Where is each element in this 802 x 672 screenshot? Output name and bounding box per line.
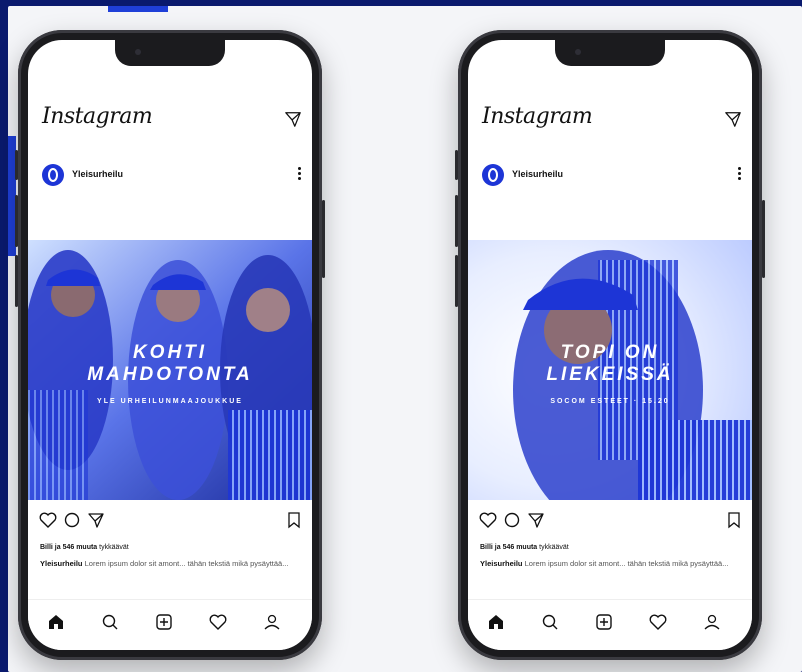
- phone-notch: [115, 40, 225, 66]
- activity-heart-icon[interactable]: [208, 612, 228, 632]
- add-post-icon[interactable]: [154, 612, 174, 632]
- post-caption: Yleisurheilu Lorem ipsum dolor sit amont…: [480, 558, 730, 569]
- silent-switch: [15, 150, 18, 180]
- send-icon[interactable]: [284, 110, 302, 128]
- volume-down-button: [455, 255, 458, 307]
- post-actions: [468, 510, 752, 532]
- likes-rest: ja 546 muuta: [494, 544, 538, 551]
- likes-user: Billi: [40, 544, 53, 551]
- caption-username[interactable]: Yleisurheilu: [40, 559, 83, 568]
- volume-up-button: [455, 195, 458, 247]
- volume-up-button: [15, 195, 18, 247]
- accent-stripe-top: [108, 6, 168, 12]
- post-image[interactable]: KOHTI MAHDOTONTA YLE URHEILUNMAAJOUKKUE: [28, 240, 312, 500]
- send-icon[interactable]: [724, 110, 742, 128]
- heart-icon[interactable]: [38, 510, 58, 530]
- post-image[interactable]: TOPI ON LIEKEISSÄ SOCOM ESTEET · 15.20: [468, 240, 752, 500]
- likes-count[interactable]: Billi ja 546 muuta tykkäävät: [480, 544, 569, 551]
- likes-rest: ja 546 muuta: [54, 544, 98, 551]
- home-icon[interactable]: [46, 612, 66, 632]
- caption-text: Lorem ipsum dolor sit amont... tähän tek…: [84, 559, 289, 568]
- caption-text: Lorem ipsum dolor sit amont... tähän tek…: [524, 559, 729, 568]
- power-button: [762, 200, 765, 278]
- bookmark-icon[interactable]: [724, 510, 744, 530]
- overlay-headline-line1: TOPI ON: [560, 342, 660, 363]
- instagram-logo[interactable]: Instagram: [42, 104, 153, 129]
- overlay-headline-line2: LIEKEISSÄ: [546, 364, 674, 385]
- avatar[interactable]: [42, 164, 64, 186]
- share-icon[interactable]: [526, 510, 546, 530]
- likes-count[interactable]: Billi ja 546 muuta tykkäävät: [40, 544, 129, 551]
- volume-down-button: [15, 255, 18, 307]
- overlay-headline-line1: KOHTI: [132, 342, 208, 363]
- comment-icon[interactable]: [502, 510, 522, 530]
- add-post-icon[interactable]: [594, 612, 614, 632]
- post-actions: [28, 510, 312, 532]
- search-icon[interactable]: [100, 612, 120, 632]
- instagram-header: Instagram: [468, 100, 752, 136]
- home-icon[interactable]: [486, 612, 506, 632]
- heart-icon[interactable]: [478, 510, 498, 530]
- likes-suffix: tykkäävät: [539, 544, 569, 551]
- likes-suffix: tykkäävät: [99, 544, 129, 551]
- phone-screen: Instagram Yleisurheilu: [28, 40, 312, 650]
- post-username[interactable]: Yleisurheilu: [512, 169, 563, 179]
- search-icon[interactable]: [540, 612, 560, 632]
- silent-switch: [455, 150, 458, 180]
- bottom-nav: [468, 599, 752, 650]
- share-icon[interactable]: [86, 510, 106, 530]
- instagram-logo[interactable]: Instagram: [482, 104, 593, 129]
- activity-heart-icon[interactable]: [648, 612, 668, 632]
- comment-icon[interactable]: [62, 510, 82, 530]
- more-options-icon[interactable]: [298, 167, 302, 183]
- more-options-icon[interactable]: [738, 167, 742, 183]
- post-header: Yleisurheilu: [28, 164, 312, 192]
- phone-screen: Instagram Yleisurheilu: [468, 40, 752, 650]
- overlay-headline-line2: MAHDOTONTA: [87, 364, 253, 385]
- caption-username[interactable]: Yleisurheilu: [480, 559, 523, 568]
- post-username[interactable]: Yleisurheilu: [72, 169, 123, 179]
- camera-icon: [135, 49, 141, 55]
- phone-mockup-right: Instagram Yleisurheilu TOPI ON LIEKEISSÄ…: [455, 30, 765, 660]
- camera-icon: [575, 49, 581, 55]
- phone-mockup-left: Instagram Yleisurheilu KOHTI MAHDOTONTA …: [15, 30, 325, 660]
- avatar[interactable]: [482, 164, 504, 186]
- profile-icon[interactable]: [262, 612, 282, 632]
- power-button: [322, 200, 325, 278]
- instagram-header: Instagram: [28, 100, 312, 136]
- bookmark-icon[interactable]: [284, 510, 304, 530]
- likes-user: Billi: [480, 544, 493, 551]
- post-header: Yleisurheilu: [468, 164, 752, 192]
- profile-icon[interactable]: [702, 612, 722, 632]
- bottom-nav: [28, 599, 312, 650]
- phone-notch: [555, 40, 665, 66]
- overlay-subtitle: SOCOM ESTEET · 15.20: [550, 398, 670, 405]
- overlay-subtitle: YLE URHEILUNMAAJOUKKUE: [97, 398, 243, 405]
- post-caption: Yleisurheilu Lorem ipsum dolor sit amont…: [40, 558, 290, 569]
